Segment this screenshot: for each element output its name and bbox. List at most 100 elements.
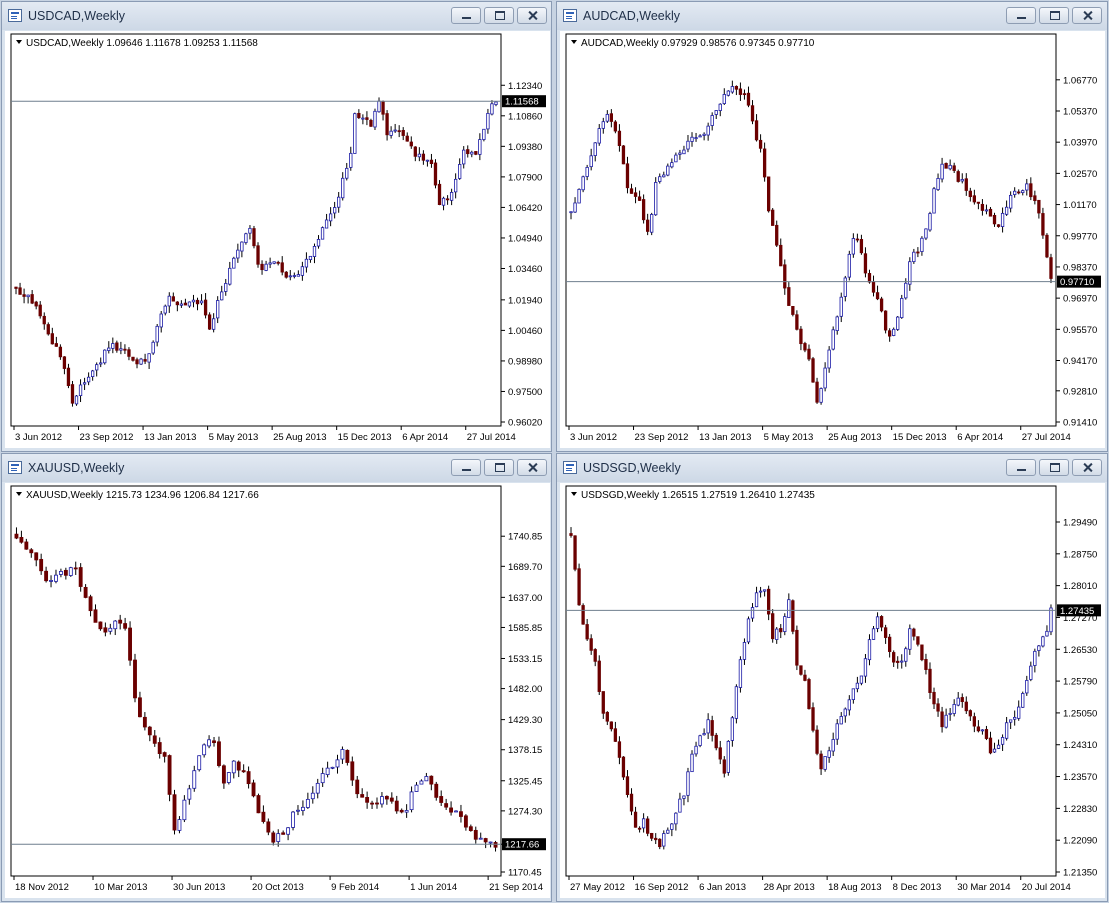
- minimize-button[interactable]: [451, 459, 481, 476]
- candle-body: [155, 325, 159, 343]
- candle-body: [459, 811, 463, 817]
- candle-body: [581, 176, 585, 191]
- chart-window-usdcad[interactable]: USDCAD,Weekly USDCAD,Weekly 1.09646 1.11…: [1, 1, 552, 452]
- candle-body: [385, 113, 389, 136]
- candle-body: [573, 535, 577, 570]
- window-titlebar[interactable]: AUDCAD,Weekly: [557, 2, 1107, 30]
- candle-body: [312, 246, 317, 257]
- candle-body: [73, 567, 78, 570]
- candle-body: [425, 159, 430, 162]
- candlestick-chart[interactable]: USDSGD,Weekly 1.26515 1.27519 1.26410 1.…: [560, 483, 1105, 898]
- candle-body: [241, 770, 246, 773]
- candle-body: [682, 795, 686, 799]
- minimize-button[interactable]: [451, 7, 481, 24]
- chart-window-xauusd[interactable]: XAUUSD,Weekly XAUUSD,Weekly 1215.73 1234…: [1, 453, 552, 902]
- candle-body: [883, 310, 888, 331]
- candle-body: [375, 802, 379, 805]
- y-tick-label: 1533.15: [508, 654, 542, 665]
- candle-body: [211, 318, 216, 330]
- candle-body: [30, 294, 34, 304]
- maximize-button[interactable]: [484, 7, 514, 24]
- candle-body: [682, 149, 686, 155]
- candle-body: [1025, 183, 1029, 191]
- candle-body: [654, 182, 658, 216]
- candle-body: [916, 251, 920, 254]
- candle-body: [304, 258, 309, 268]
- close-button[interactable]: [1072, 7, 1102, 24]
- chart-window-audcad[interactable]: AUDCAD,Weekly AUDCAD,Weekly 0.97929 0.98…: [556, 1, 1108, 452]
- candle-body: [605, 114, 609, 122]
- maximize-button[interactable]: [1039, 459, 1069, 476]
- maximize-button[interactable]: [1039, 7, 1069, 24]
- chart-header: USDCAD,Weekly 1.09646 1.11678 1.09253 1.…: [26, 38, 258, 49]
- candle-body: [353, 113, 357, 154]
- close-button[interactable]: [1072, 459, 1102, 476]
- candle-body: [992, 748, 997, 753]
- candlestick-chart[interactable]: XAUUSD,Weekly 1215.73 1234.96 1206.84 12…: [5, 483, 550, 898]
- candle-body: [779, 244, 783, 267]
- candle-body: [948, 164, 952, 170]
- candlestick-chart[interactable]: AUDCAD,Weekly 0.97929 0.98576 0.97345 0.…: [560, 31, 1105, 448]
- y-tick-label: 0.96020: [508, 418, 542, 429]
- y-tick-label: 1637.00: [508, 593, 542, 604]
- candle-body: [952, 704, 956, 714]
- window-titlebar[interactable]: USDSGD,Weekly: [557, 454, 1107, 482]
- x-tick-label: 9 Feb 2014: [331, 882, 379, 893]
- candle-body: [118, 619, 123, 624]
- x-tick-label: 10 Mar 2013: [94, 882, 147, 893]
- y-tick-label: 1.23570: [1063, 772, 1097, 783]
- candle-body: [597, 128, 601, 144]
- candle-body: [369, 119, 373, 127]
- maximize-button[interactable]: [484, 459, 514, 476]
- candle-body: [264, 263, 268, 271]
- candle-body: [226, 772, 231, 783]
- x-tick-label: 6 Jan 2013: [699, 882, 746, 893]
- chart-window-icon: [563, 9, 577, 22]
- candle-body: [859, 675, 864, 684]
- candle-body: [750, 607, 755, 619]
- candle-body: [803, 343, 807, 351]
- y-tick-label: 0.94170: [1063, 356, 1097, 367]
- candle-body: [1008, 719, 1013, 723]
- candle-body: [86, 376, 91, 383]
- chart-window-usdsgd[interactable]: USDSGD,Weekly USDSGD,Weekly 1.26515 1.27…: [556, 453, 1108, 902]
- candle-body: [847, 699, 851, 711]
- candle-body: [434, 783, 439, 798]
- candlestick-chart[interactable]: USDCAD,Weekly 1.09646 1.11678 1.09253 1.…: [5, 31, 550, 448]
- candle-body: [867, 639, 872, 661]
- candle-body: [350, 761, 355, 781]
- minimize-button[interactable]: [1006, 7, 1036, 24]
- candle-body: [424, 776, 429, 782]
- window-titlebar[interactable]: XAUUSD,Weekly: [2, 454, 551, 482]
- close-button[interactable]: [517, 7, 547, 24]
- close-button[interactable]: [517, 459, 547, 476]
- window-titlebar[interactable]: USDCAD,Weekly: [2, 2, 551, 30]
- x-tick-label: 30 Jun 2013: [173, 882, 225, 893]
- candle-body: [151, 341, 155, 354]
- candle-body: [39, 558, 44, 572]
- candle-body: [394, 800, 399, 812]
- candle-body: [260, 263, 264, 271]
- candle-body: [1004, 722, 1009, 739]
- y-tick-label: 1482.00: [508, 684, 542, 695]
- current-price-label: 1.11568: [505, 97, 539, 108]
- x-tick-label: 27 Jul 2014: [1022, 432, 1071, 443]
- candle-body: [355, 779, 360, 795]
- candle-body: [738, 88, 743, 95]
- candle-body: [493, 842, 498, 848]
- chart-header: USDSGD,Weekly 1.26515 1.27519 1.26410 1.…: [581, 490, 815, 501]
- candle-body: [831, 739, 835, 752]
- minimize-button[interactable]: [1006, 459, 1036, 476]
- candle-body: [454, 810, 458, 813]
- candle-body: [625, 163, 630, 189]
- candle-body: [924, 228, 928, 239]
- candle-body: [645, 818, 650, 834]
- candle-body: [482, 128, 486, 140]
- candle-body: [964, 178, 968, 191]
- candle-body: [637, 827, 642, 830]
- candle-body: [320, 227, 325, 240]
- candle-body: [601, 691, 605, 714]
- candle-body: [851, 688, 856, 700]
- y-tick-label: 0.99770: [1063, 231, 1097, 242]
- candle-body: [256, 795, 261, 814]
